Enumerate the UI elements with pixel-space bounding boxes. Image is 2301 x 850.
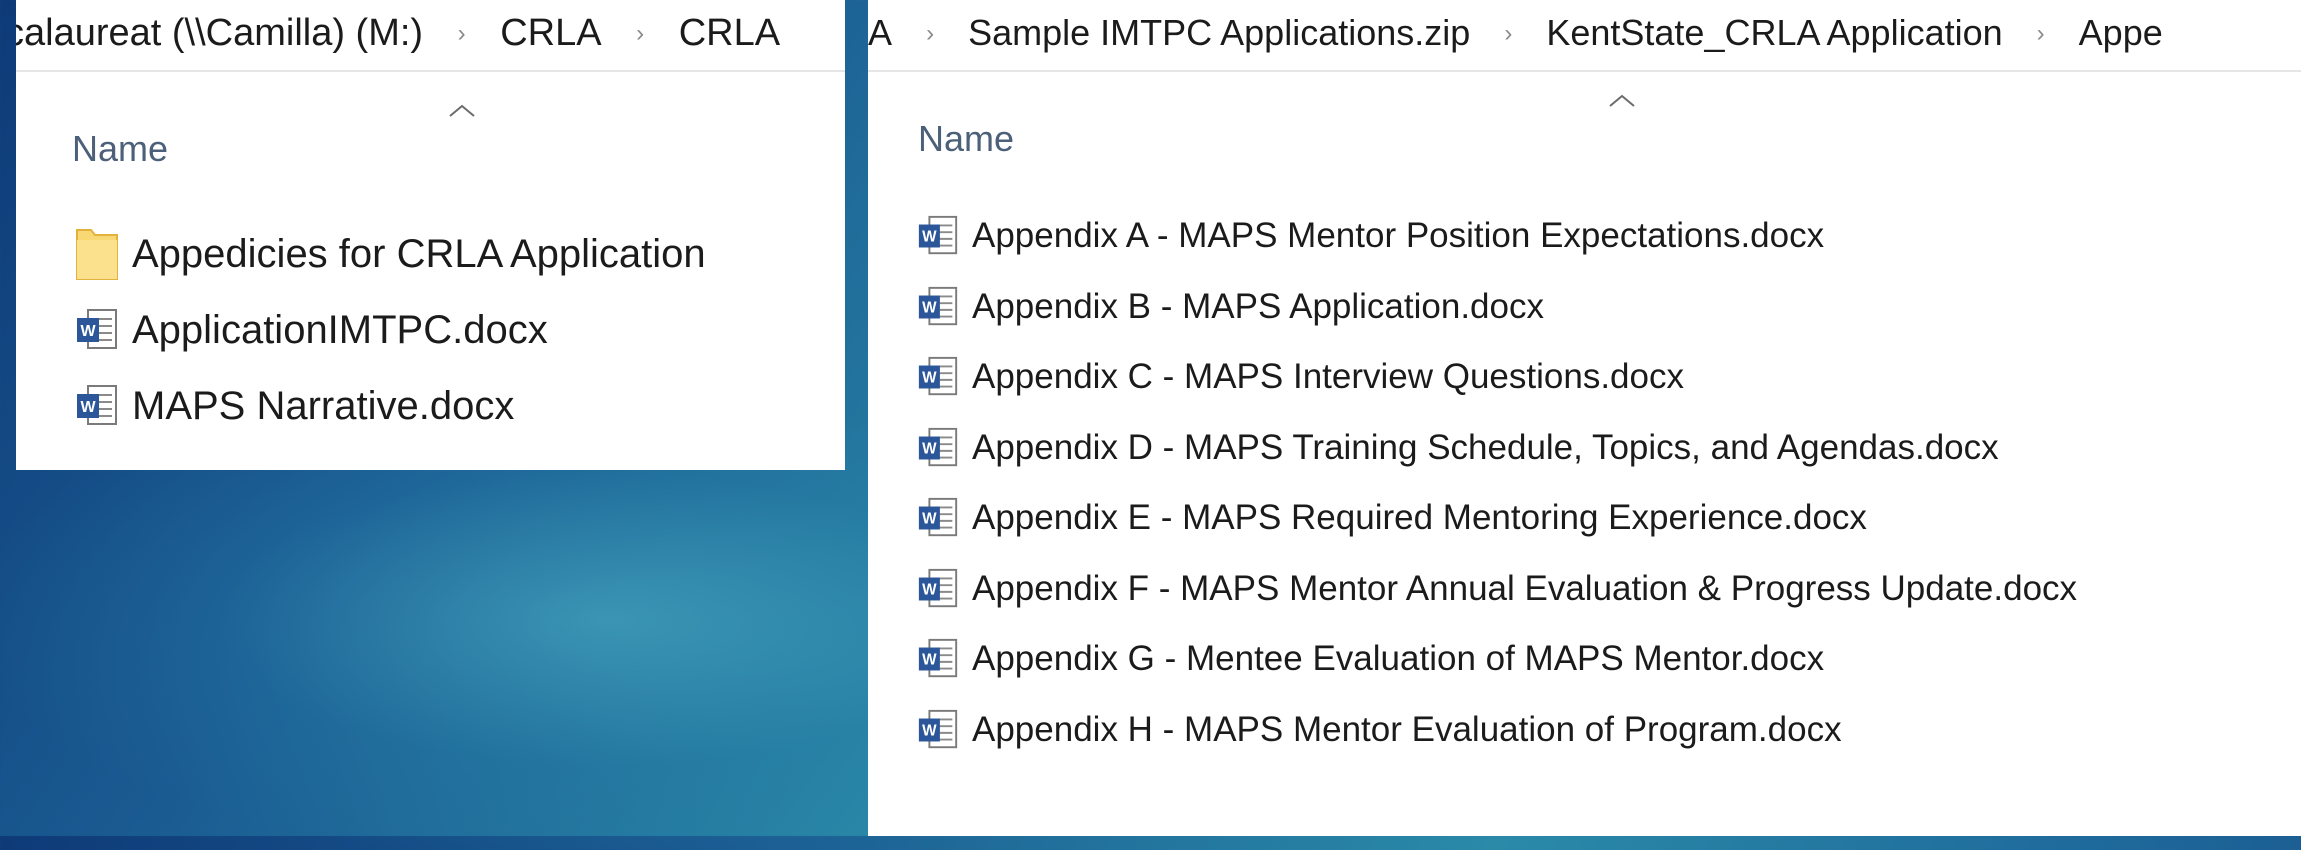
svg-text:W: W (922, 229, 937, 246)
column-header-name[interactable]: Name (918, 118, 1014, 160)
file-name: MAPS Narrative.docx (132, 383, 515, 428)
word-doc-icon: W (916, 214, 960, 258)
list-item-file[interactable]: W Appendix E - MAPS Required Mentoring Ex… (916, 490, 1867, 546)
breadcrumb-item-kentstate[interactable]: KentState_CRLA Application (1546, 0, 2002, 66)
list-item-folder[interactable]: Appedicies for CRLA Application (74, 226, 706, 282)
breadcrumb-item-zip[interactable]: Sample IMTPC Applications.zip (968, 0, 1470, 66)
list-item-file[interactable]: W ApplicationIMTPC.docx (74, 302, 548, 358)
word-doc-icon: W (916, 567, 960, 611)
svg-text:W: W (80, 323, 96, 340)
word-doc-icon: W (916, 285, 960, 329)
explorer-window-left: ccalaureat (\\Camilla) (M:) › CRLA › CRL… (16, 0, 845, 470)
breadcrumb-separator-icon[interactable]: › (1504, 1, 1512, 67)
sort-ascending-icon[interactable] (1608, 94, 1636, 108)
list-item-file[interactable]: W MAPS Narrative.docx (74, 378, 514, 434)
file-name: Appendix C - MAPS Interview Questions.do… (972, 357, 1684, 396)
list-item-file[interactable]: W Appendix B - MAPS Application.docx (916, 279, 1544, 335)
word-doc-icon: W (916, 426, 960, 470)
file-name: Appedicies for CRLA Application (132, 231, 706, 276)
breadcrumb-separator-icon[interactable]: › (636, 1, 644, 67)
file-name: Appendix H - MAPS Mentor Evaluation of P… (972, 709, 1842, 749)
breadcrumb: ccalaureat (\\Camilla) (M:) › CRLA › CRL… (16, 0, 845, 72)
file-name: Appendix G - Mentee Evaluation of MAPS M… (972, 639, 1825, 678)
breadcrumb-item-crla[interactable]: LA (868, 0, 892, 66)
file-name: ApplicationIMTPC.docx (132, 307, 548, 352)
svg-text:W: W (922, 581, 937, 598)
breadcrumb-separator-icon[interactable]: › (458, 1, 466, 67)
svg-text:W: W (80, 399, 96, 416)
folder-icon (74, 226, 120, 282)
column-header-name[interactable]: Name (72, 128, 168, 170)
svg-text:W: W (922, 299, 937, 316)
breadcrumb-item-crla-sub[interactable]: CRLA (679, 0, 780, 66)
svg-text:W: W (922, 511, 937, 528)
list-item-file[interactable]: W Appendix G - Mentee Evaluation of MAPS … (916, 631, 1824, 687)
word-doc-icon: W (916, 355, 960, 399)
breadcrumb-separator-icon[interactable]: › (926, 1, 934, 67)
breadcrumb-separator-icon[interactable]: › (2037, 1, 2045, 67)
list-item-file[interactable]: W Appendix F - MAPS Mentor Annual Evaluat… (916, 561, 2077, 617)
word-doc-icon: W (74, 383, 120, 429)
svg-text:W: W (922, 652, 937, 669)
list-item-file[interactable]: W Appendix H - MAPS Mentor Evaluation of … (916, 702, 1842, 758)
file-name: Appendix D - MAPS Training Schedule, Top… (972, 427, 1999, 467)
breadcrumb: LA › Sample IMTPC Applications.zip › Ken… (868, 0, 2301, 72)
file-name: Appendix F - MAPS Mentor Annual Evaluati… (972, 568, 2078, 608)
word-doc-icon: W (916, 637, 960, 681)
svg-text:W: W (922, 370, 937, 387)
word-doc-icon: W (916, 708, 960, 752)
word-doc-icon: W (74, 307, 120, 353)
list-item-file[interactable]: W Appendix A - MAPS Mentor Position Expec… (916, 208, 1824, 264)
svg-text:W: W (922, 440, 937, 457)
sort-ascending-icon[interactable] (448, 104, 476, 118)
breadcrumb-item-drive[interactable]: ccalaureat (\\Camilla) (M:) (16, 0, 423, 66)
word-doc-icon: W (916, 496, 960, 540)
file-name: Appendix B - MAPS Application.docx (972, 286, 1544, 326)
explorer-window-right: LA › Sample IMTPC Applications.zip › Ken… (868, 0, 2301, 836)
breadcrumb-item-appendices[interactable]: Appe (2079, 0, 2163, 66)
list-item-file[interactable]: W Appendix C - MAPS Interview Questions.d… (916, 349, 1684, 405)
list-item-file[interactable]: W Appendix D - MAPS Training Schedule, To… (916, 420, 1999, 476)
file-name: Appendix A - MAPS Mentor Position Expect… (972, 216, 1825, 255)
svg-text:W: W (922, 722, 937, 739)
breadcrumb-item-crla[interactable]: CRLA (500, 0, 601, 66)
file-name: Appendix E - MAPS Required Mentoring Exp… (972, 498, 1867, 537)
